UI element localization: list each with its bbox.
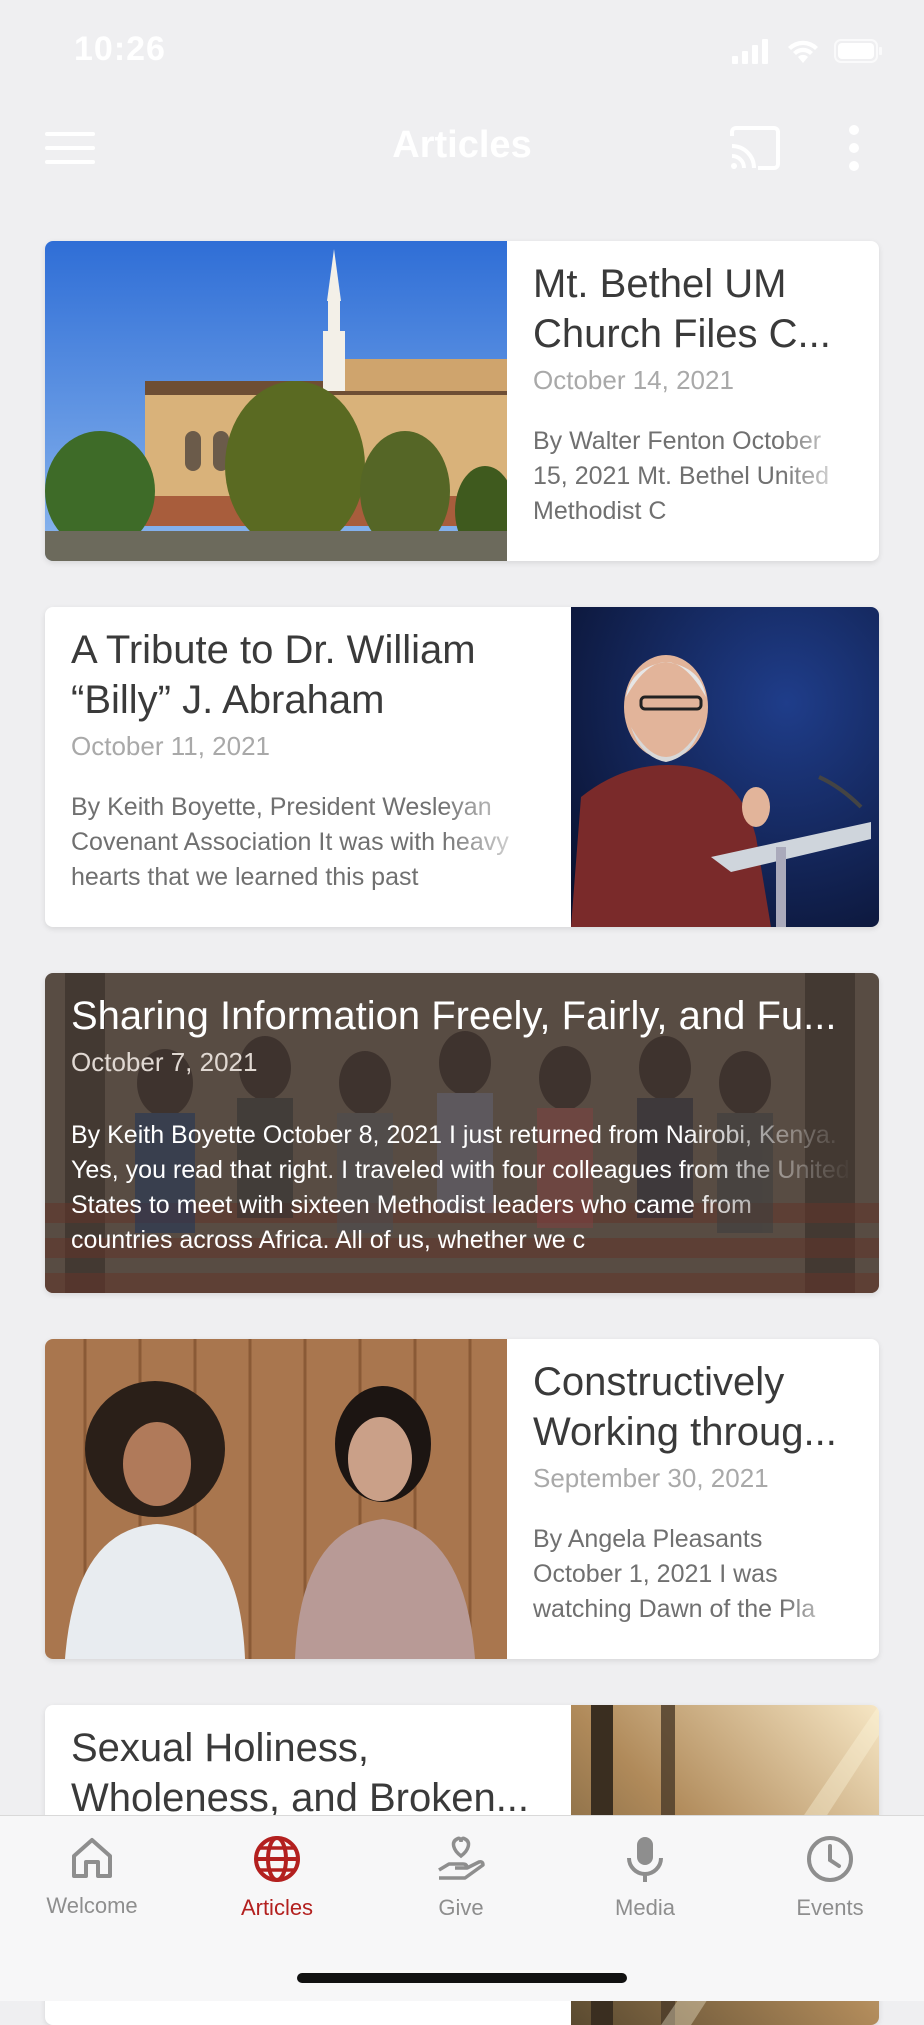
article-image-church [45, 241, 515, 561]
article-card-featured[interactable]: Sharing Information Freely, Fairly, and … [45, 973, 879, 1293]
tab-label: Media [615, 1895, 675, 1920]
page-title: Articles [392, 124, 532, 166]
tab-label: Welcome [46, 1893, 138, 1918]
article-text: Constructively Working throug... Septemb… [507, 1339, 879, 1627]
article-date: October 7, 2021 [71, 1047, 258, 1077]
article-text: A Tribute to Dr. William “Billy” J. Abra… [45, 607, 571, 895]
article-card[interactable]: Mt. Bethel UM Church Files C... October … [45, 241, 879, 561]
article-text: Sexual Holiness, Wholeness, and Broken..… [45, 1705, 571, 1823]
article-title: A Tribute to Dr. William “Billy” J. Abra… [71, 628, 476, 722]
article-excerpt: By Walter Fenton October 15, 2021 Mt. Be… [533, 427, 830, 525]
tab-welcome[interactable]: Welcome [12, 1834, 172, 1919]
article-excerpt: By Angela Pleasants October 1, 2021 I wa… [533, 1525, 816, 1623]
tab-label: Give [438, 1895, 484, 1920]
navigation-bar: Articles [0, 100, 924, 200]
article-date: September 30, 2021 [533, 1463, 769, 1493]
article-title: Mt. Bethel UM Church Files C... [533, 262, 831, 356]
article-text-overlay: Sharing Information Freely, Fairly, and … [45, 973, 879, 1258]
article-title: Constructively Working throug... [533, 1360, 837, 1454]
article-card[interactable]: A Tribute to Dr. William “Billy” J. Abra… [45, 607, 879, 927]
article-card[interactable]: Constructively Working throug... Septemb… [45, 1339, 879, 1659]
status-bar: 10:26 [0, 0, 924, 100]
tab-label: Events [796, 1895, 864, 1920]
cast-icon[interactable] [728, 126, 782, 170]
article-title: Sharing Information Freely, Fairly, and … [71, 994, 837, 1038]
article-date: October 11, 2021 [71, 731, 270, 761]
article-excerpt: By Keith Boyette, President Wesleyan Cov… [71, 793, 509, 891]
status-time: 10:26 [74, 30, 166, 68]
home-indicator[interactable] [297, 1973, 627, 1983]
more-vertical-icon[interactable] [848, 124, 860, 172]
tab-events[interactable]: Events [750, 1834, 910, 1921]
tab-give[interactable]: Give [381, 1834, 541, 1921]
cellular-signal-icon [732, 39, 768, 64]
clock-icon [807, 1836, 853, 1882]
tab-articles[interactable]: Articles [197, 1834, 357, 1921]
article-text: Mt. Bethel UM Church Files C... October … [507, 241, 879, 529]
globe-icon [254, 1836, 300, 1882]
battery-icon [834, 39, 882, 63]
give-heart-hand-icon [438, 1836, 485, 1880]
article-image-two-women [45, 1339, 507, 1659]
status-icons [732, 38, 884, 64]
tab-label: Articles [240, 1895, 314, 1920]
wifi-icon [788, 40, 818, 63]
article-title: Sexual Holiness, Wholeness, and Broken..… [71, 1726, 530, 1820]
article-excerpt: By Keith Boyette October 8, 2021 I just … [71, 1121, 850, 1254]
microphone-icon [627, 1837, 663, 1882]
article-date: October 14, 2021 [533, 365, 734, 395]
tab-media[interactable]: Media [565, 1834, 725, 1921]
article-image-speaker [571, 607, 879, 927]
home-icon [72, 1838, 112, 1878]
